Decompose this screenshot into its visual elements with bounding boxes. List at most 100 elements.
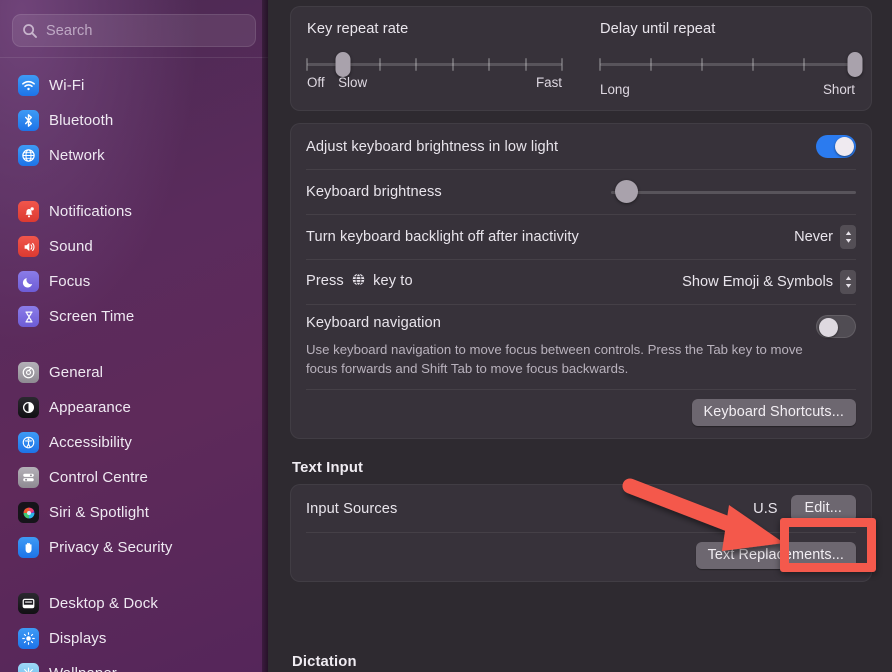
delay-until-repeat-slider[interactable] bbox=[600, 53, 855, 75]
search-icon bbox=[22, 23, 38, 39]
keyboard-brightness-label: Keyboard brightness bbox=[306, 184, 442, 200]
sidebar-item-general[interactable]: General bbox=[10, 355, 258, 390]
slider-tick bbox=[803, 58, 805, 71]
text-input-heading: Text Input bbox=[290, 451, 872, 484]
sidebar-item-wi-fi[interactable]: Wi-Fi bbox=[10, 68, 258, 103]
keyboard-shortcuts-row: Keyboard Shortcuts... bbox=[291, 389, 871, 438]
delay-until-repeat-scale: Long Short bbox=[600, 82, 855, 97]
slider-tick bbox=[525, 58, 527, 71]
sidebar-item-label: Bluetooth bbox=[49, 112, 113, 129]
sidebar-item-label: Control Centre bbox=[49, 469, 148, 486]
backlight-timeout-value: Never bbox=[794, 229, 833, 245]
key-repeat-rate-thumb[interactable] bbox=[336, 52, 351, 77]
siri-orb-icon bbox=[18, 502, 39, 523]
scale-label-off: Off bbox=[307, 75, 325, 90]
search-placeholder: Search bbox=[46, 23, 93, 39]
sidebar-item-screen-time[interactable]: Screen Time bbox=[10, 299, 258, 334]
scale-label-slow: Slow bbox=[338, 75, 367, 90]
auto-brightness-label: Adjust keyboard brightness in low light bbox=[306, 139, 558, 155]
sidebar-item-accessibility[interactable]: Accessibility bbox=[10, 425, 258, 460]
sidebar-item-label: Wi-Fi bbox=[49, 77, 84, 94]
globe-key-value: Show Emoji & Symbols bbox=[682, 274, 833, 290]
sidebar-item-label: Notifications bbox=[49, 203, 132, 220]
edit-button[interactable]: Edit... bbox=[791, 495, 857, 522]
sidebar-group-system: General Appearance bbox=[10, 351, 258, 565]
search-input[interactable]: Search bbox=[12, 14, 256, 47]
slider-track bbox=[611, 191, 856, 194]
sidebar-item-label: Accessibility bbox=[49, 434, 132, 451]
slider-tick bbox=[561, 58, 563, 71]
key-repeat-rate-label: Key repeat rate bbox=[307, 21, 562, 37]
sidebar-item-label: Wallpaper bbox=[49, 665, 117, 672]
globe-key-label: Press key to bbox=[306, 272, 413, 291]
slider-track bbox=[600, 63, 855, 66]
text-replacements-button[interactable]: Text Replacements... bbox=[696, 542, 856, 569]
privacy-hand-icon bbox=[18, 537, 39, 558]
slider-tick bbox=[752, 58, 754, 71]
sidebar-group-alerts: Notifications Sound bbox=[10, 190, 258, 334]
key-repeat-rate-scale: Off Slow Fast bbox=[307, 75, 562, 92]
key-repeat-rate-slider[interactable] bbox=[307, 53, 562, 75]
sidebar-item-bluetooth[interactable]: Bluetooth bbox=[10, 103, 258, 138]
desktop-dock-icon bbox=[18, 593, 39, 614]
sidebar-item-desktop-dock[interactable]: Desktop & Dock bbox=[10, 586, 258, 621]
scale-label-long: Long bbox=[600, 82, 630, 97]
slider-tick bbox=[599, 58, 601, 71]
keyboard-brightness-slider[interactable] bbox=[611, 181, 856, 203]
sidebar-item-siri-spotlight[interactable]: Siri & Spotlight bbox=[10, 495, 258, 530]
input-sources-label: Input Sources bbox=[306, 501, 397, 517]
globe-key-label-before: Press bbox=[306, 273, 344, 289]
toggle-knob bbox=[835, 137, 854, 156]
sliders-container: Key repeat rate Off bbox=[291, 7, 871, 110]
sidebar-item-label: Sound bbox=[49, 238, 93, 255]
system-settings-window: Search Wi-Fi bbox=[0, 0, 892, 672]
chevron-up-down-icon bbox=[844, 230, 853, 244]
notifications-bell-icon bbox=[18, 201, 39, 222]
backlight-timeout-label: Turn keyboard backlight off after inacti… bbox=[306, 229, 579, 245]
displays-brightness-icon bbox=[18, 628, 39, 649]
sidebar-group-gap bbox=[10, 334, 258, 351]
dictation-heading: Dictation bbox=[290, 645, 359, 672]
bluetooth-icon bbox=[18, 110, 39, 131]
sidebar-divider bbox=[0, 57, 268, 58]
general-gear-icon bbox=[18, 362, 39, 383]
slider-tick bbox=[379, 58, 381, 71]
screen-time-hourglass-icon bbox=[18, 306, 39, 327]
sidebar-item-label: Screen Time bbox=[49, 308, 134, 325]
key-repeat-card: Key repeat rate Off bbox=[290, 6, 872, 111]
sidebar-item-control-centre[interactable]: Control Centre bbox=[10, 460, 258, 495]
auto-brightness-toggle[interactable] bbox=[816, 135, 856, 158]
sidebar-item-sound[interactable]: Sound bbox=[10, 229, 258, 264]
sidebar-item-privacy-security[interactable]: Privacy & Security bbox=[10, 530, 258, 565]
sidebar-item-wallpaper[interactable]: Wallpaper bbox=[10, 656, 258, 672]
delay-until-repeat-label: Delay until repeat bbox=[600, 21, 855, 37]
sidebar-item-label: Siri & Spotlight bbox=[49, 504, 149, 521]
sidebar-list: Wi-Fi Bluetooth bbox=[0, 64, 268, 672]
sidebar-item-appearance[interactable]: Appearance bbox=[10, 390, 258, 425]
wallpaper-icon bbox=[18, 663, 39, 672]
sidebar-item-label: General bbox=[49, 364, 103, 381]
delay-until-repeat-group: Delay until repeat Long Short bbox=[588, 21, 855, 97]
search-container: Search bbox=[0, 0, 268, 57]
sidebar-group-gap bbox=[10, 173, 258, 190]
text-input-card: Input Sources U.S Edit... Text Replaceme… bbox=[290, 484, 872, 582]
sidebar-item-focus[interactable]: Focus bbox=[10, 264, 258, 299]
sidebar-item-network[interactable]: Network bbox=[10, 138, 258, 173]
main-content-panel: Key repeat rate Off bbox=[268, 0, 892, 672]
sidebar-item-label: Focus bbox=[49, 273, 90, 290]
slider-tick bbox=[701, 58, 703, 71]
wifi-icon bbox=[18, 75, 39, 96]
keyboard-navigation-row: Keyboard navigation bbox=[291, 304, 871, 341]
keyboard-navigation-toggle[interactable] bbox=[816, 315, 856, 338]
sidebar-item-notifications[interactable]: Notifications bbox=[10, 194, 258, 229]
backlight-timeout-popup-button[interactable] bbox=[840, 225, 856, 249]
input-sources-row: Input Sources U.S Edit... bbox=[291, 485, 871, 532]
sidebar-item-displays[interactable]: Displays bbox=[10, 621, 258, 656]
delay-until-repeat-thumb[interactable] bbox=[848, 52, 863, 77]
key-repeat-rate-group: Key repeat rate Off bbox=[307, 21, 588, 97]
sidebar-item-label: Appearance bbox=[49, 399, 131, 416]
keyboard-brightness-thumb[interactable] bbox=[615, 180, 638, 203]
sidebar-group-desktop: Desktop & Dock bbox=[10, 582, 258, 672]
globe-key-popup-button[interactable] bbox=[840, 270, 856, 294]
keyboard-shortcuts-button[interactable]: Keyboard Shortcuts... bbox=[692, 399, 856, 426]
